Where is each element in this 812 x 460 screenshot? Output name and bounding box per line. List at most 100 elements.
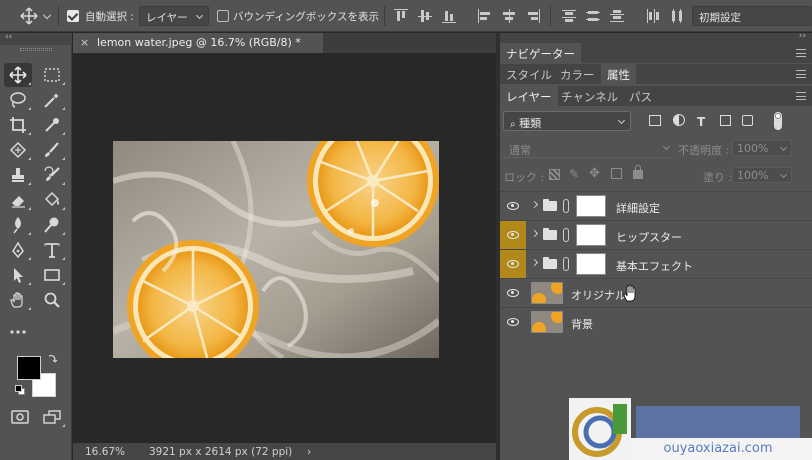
auto-select-checkbox[interactable] (67, 10, 79, 22)
history-brush-icon[interactable] (38, 163, 66, 187)
align-bottom-icon[interactable] (442, 9, 456, 23)
layer-visibility-toggle[interactable] (500, 250, 526, 278)
more-tools-icon[interactable] (4, 318, 32, 342)
layer-visibility-toggle[interactable] (500, 221, 526, 249)
filter-adjustment-layers-icon[interactable] (673, 114, 685, 126)
fill-field[interactable]: 100% (732, 167, 792, 183)
layer-thumbnail[interactable] (531, 311, 563, 333)
foreground-color-swatch[interactable] (17, 356, 41, 380)
align-right-icon[interactable] (526, 9, 540, 23)
healing-brush-icon[interactable] (4, 138, 32, 162)
blend-mode-dropdown[interactable]: 通常 (503, 140, 675, 158)
lock-all-icon[interactable] (633, 165, 643, 179)
eraser-icon[interactable] (4, 188, 32, 212)
distribute-bottom-icon[interactable] (610, 9, 624, 23)
quick-mask-icon[interactable] (6, 405, 34, 429)
swap-colors-icon[interactable] (48, 353, 58, 363)
clone-stamp-icon[interactable] (4, 163, 32, 187)
layer-thumbnail[interactable] (531, 282, 563, 304)
move-tool-preset-icon[interactable] (20, 7, 38, 25)
lasso-tool-icon[interactable] (4, 88, 32, 112)
distribute-horizontal-center-icon[interactable] (670, 9, 684, 23)
magic-wand-icon[interactable] (38, 88, 66, 112)
align-left-icon[interactable] (478, 9, 492, 23)
tab-navigator[interactable]: ナビゲーター (500, 43, 581, 63)
distribute-top-icon[interactable] (562, 9, 576, 23)
brush-tool-icon[interactable] (38, 138, 66, 162)
link-icon[interactable] (563, 228, 569, 242)
screen-mode-icon[interactable] (38, 405, 66, 429)
distribute-left-icon[interactable] (646, 9, 660, 23)
filter-shape-layers-icon[interactable] (720, 115, 731, 126)
tab-channels[interactable]: チャンネル (555, 86, 624, 106)
expand-arrow-icon[interactable] (530, 229, 539, 238)
close-icon[interactable]: × (80, 36, 89, 49)
collapse-toolbar-icon[interactable]: ‹‹ (5, 32, 12, 42)
lock-transparent-pixels-icon[interactable] (549, 169, 560, 180)
panel-menu-icon[interactable] (796, 92, 806, 100)
panel-dock-header[interactable]: ›› (500, 31, 812, 43)
type-tool-icon[interactable] (38, 238, 66, 262)
opacity-field[interactable]: 100% (732, 140, 792, 156)
tab-layers[interactable]: レイヤー (500, 86, 558, 106)
document-tab[interactable]: × lemon water.jpeg @ 16.7% (RGB/8) * (73, 33, 323, 53)
layer-visibility-toggle[interactable] (500, 192, 526, 220)
tab-properties[interactable]: 属性 (601, 64, 636, 84)
hand-tool-icon[interactable] (4, 288, 32, 312)
align-horizontal-center-icon[interactable] (502, 9, 516, 23)
path-selection-icon[interactable] (4, 263, 32, 287)
expand-arrow-icon[interactable] (530, 200, 539, 209)
filter-pixel-layers-icon[interactable] (649, 115, 661, 126)
lock-image-pixels-icon[interactable]: ✎ (569, 167, 579, 181)
layer-visibility-toggle[interactable] (500, 308, 526, 336)
status-menu-arrow[interactable]: › (307, 446, 311, 458)
lock-artboard-icon[interactable] (611, 168, 622, 179)
layer-row[interactable]: 基本エフェクト (500, 249, 812, 278)
link-icon[interactable] (563, 257, 569, 271)
blur-tool-icon[interactable] (4, 213, 32, 237)
layer-mask-thumbnail[interactable] (576, 195, 606, 217)
canvas-area[interactable] (73, 53, 496, 443)
layer-filter-dropdown[interactable]: ⌕ 種類 (503, 111, 631, 131)
chevron-down-icon[interactable] (42, 10, 52, 20)
rectangle-tool-icon[interactable] (38, 263, 66, 287)
paint-bucket-icon[interactable] (38, 188, 66, 212)
distribute-vertical-center-icon[interactable] (586, 9, 600, 23)
zoom-level[interactable]: 16.67% (85, 446, 125, 458)
preset-dropdown[interactable]: 初期設定 (692, 6, 812, 26)
rectangular-marquee-icon[interactable] (38, 63, 66, 87)
link-icon[interactable] (563, 199, 569, 213)
zoom-tool-icon[interactable] (38, 288, 66, 312)
layer-row[interactable]: オリジナル (500, 278, 812, 307)
default-colors-icon[interactable] (15, 385, 25, 395)
align-vertical-center-icon[interactable] (418, 9, 432, 23)
layer-visibility-toggle[interactable] (500, 279, 526, 307)
filter-type-layers-icon[interactable]: T (697, 115, 705, 129)
toolbar-grip[interactable] (20, 48, 52, 51)
panel-menu-icon[interactable] (796, 49, 806, 57)
layer-row[interactable]: 詳細設定 (500, 191, 812, 220)
crop-tool-icon[interactable] (4, 113, 32, 137)
dodge-tool-icon[interactable] (38, 213, 66, 237)
tab-color[interactable]: カラー (554, 64, 601, 84)
toolbar-header[interactable]: ‹‹ (0, 32, 72, 45)
layer-mask-thumbnail[interactable] (576, 224, 606, 246)
expand-arrow-icon[interactable] (530, 258, 539, 267)
tab-paths[interactable]: パス (623, 86, 658, 106)
layer-mask-thumbnail[interactable] (576, 253, 606, 275)
filter-toggle-icon[interactable] (774, 112, 782, 130)
filter-smart-objects-icon[interactable] (742, 115, 753, 126)
tab-styles[interactable]: スタイル (500, 64, 558, 84)
lock-position-icon[interactable]: ✥ (589, 166, 602, 181)
bounding-box-checkbox[interactable] (217, 10, 229, 22)
pen-tool-icon[interactable] (4, 238, 32, 262)
layer-row[interactable]: 背景 (500, 307, 812, 336)
move-tool-icon[interactable] (4, 63, 32, 87)
auto-select-dropdown[interactable]: レイヤー (139, 6, 209, 26)
collapse-panels-icon[interactable]: ›› (799, 31, 806, 41)
layer-name: 背景 (571, 318, 593, 331)
eyedropper-icon[interactable] (38, 113, 66, 137)
layer-row[interactable]: ヒップスター (500, 220, 812, 249)
align-top-icon[interactable] (394, 9, 408, 23)
panel-menu-icon[interactable] (796, 70, 806, 78)
